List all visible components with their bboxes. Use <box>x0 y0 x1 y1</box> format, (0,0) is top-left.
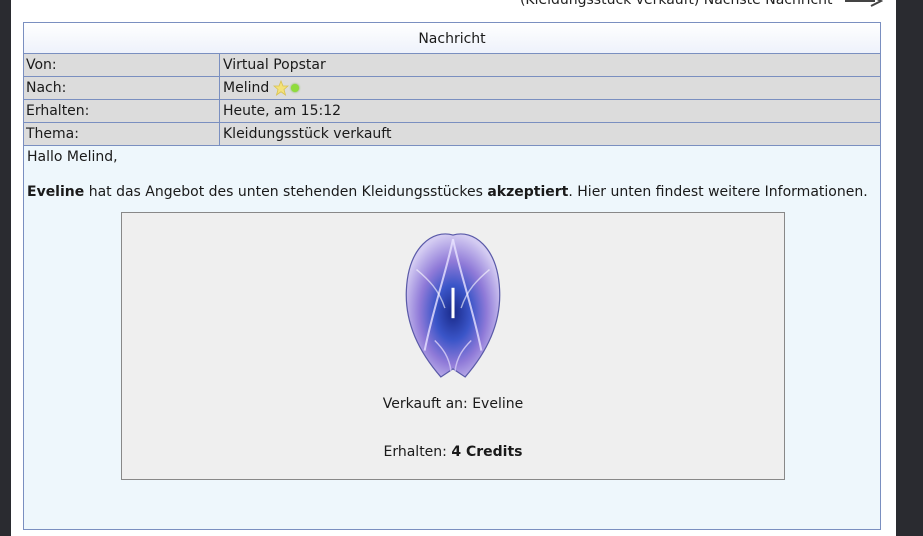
accepted-word: akzeptiert <box>487 184 569 200</box>
buyer-name: Eveline <box>27 184 85 200</box>
received-label: Erhalten: <box>24 100 220 122</box>
to-label: Nach: <box>24 77 220 99</box>
page: (Kleidungsstück verkauft) Nächste Nachri… <box>11 0 896 536</box>
clothing-item-image <box>405 233 501 378</box>
earned-line: Erhalten: 4 Credits <box>122 444 784 460</box>
message-text-mid: hat das Angebot des unten stehenden Klei… <box>84 184 488 200</box>
to-value[interactable]: Melind <box>223 77 269 99</box>
message-header: Nachricht <box>24 23 880 54</box>
received-value: Heute, am 15:12 <box>223 103 342 119</box>
message-text: Eveline hat das Angebot des unten stehen… <box>27 183 877 201</box>
to-value-cell: Melind <box>220 77 300 99</box>
earned-value: 4 Credits <box>451 444 523 460</box>
row-received: Erhalten: Heute, am 15:12 <box>24 100 880 123</box>
next-message-label[interactable]: (Kleidungsstück verkauft) Nächste Nachri… <box>520 0 833 8</box>
message-panel: Nachricht Von: Virtual Popstar Nach: Mel… <box>23 22 881 530</box>
online-dot-icon <box>291 84 300 92</box>
arrow-right-icon[interactable] <box>843 0 883 7</box>
row-to: Nach: Melind <box>24 77 880 100</box>
subject-label: Thema: <box>24 123 220 145</box>
subject-value: Kleidungsstück verkauft <box>223 126 392 142</box>
message-body: Hallo Melind, Eveline hat das Angebot de… <box>24 146 880 203</box>
sold-to-label: Verkauft an: <box>382 396 473 412</box>
earned-label: Erhalten: <box>383 444 452 460</box>
sold-to-line: Verkauft an: Eveline <box>122 396 784 412</box>
sold-to-name[interactable]: Eveline <box>472 396 523 412</box>
message-text-end: . Hier unten findest weitere Information… <box>568 184 868 200</box>
star-icon <box>273 80 290 96</box>
sale-card: Verkauft an: Eveline Erhalten: 4 Credits <box>121 212 785 480</box>
row-subject: Thema: Kleidungsstück verkauft <box>24 123 880 146</box>
next-message-link[interactable]: (Kleidungsstück verkauft) Nächste Nachri… <box>11 0 883 8</box>
row-from: Von: Virtual Popstar <box>24 54 880 77</box>
from-label: Von: <box>24 54 220 76</box>
greeting: Hallo Melind, <box>27 149 118 165</box>
from-value[interactable]: Virtual Popstar <box>220 54 326 76</box>
